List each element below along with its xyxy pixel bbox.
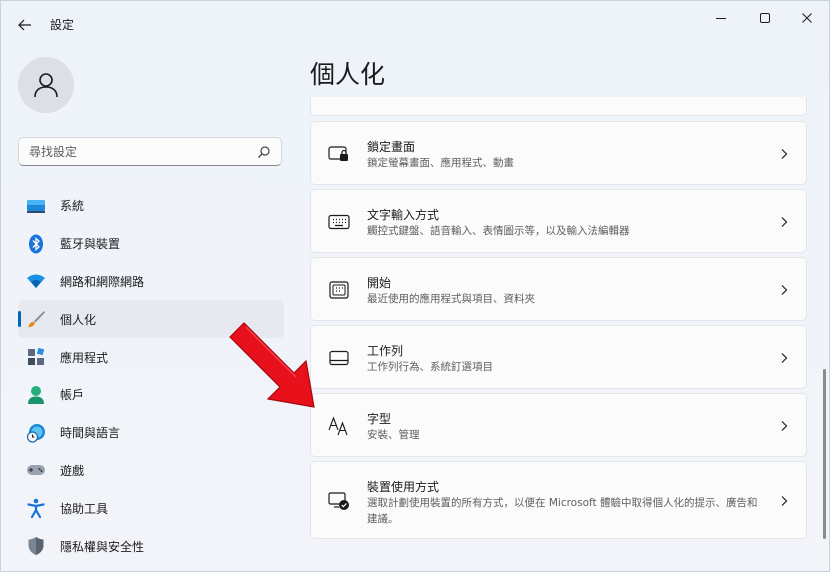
start-menu-icon xyxy=(328,279,350,301)
back-button[interactable] xyxy=(13,13,37,37)
settings-list: 鎖定畫面 鎖定螢幕畫面、應用程式、動畫 文字輸入方式 觸控式鍵盤、語音輸入、表情… xyxy=(310,97,807,572)
monitor-icon xyxy=(26,196,46,216)
chevron-right-icon xyxy=(781,496,788,506)
search-input[interactable] xyxy=(29,144,249,159)
lock-screen-icon xyxy=(328,143,350,165)
device-usage-icon xyxy=(328,490,350,512)
sidebar-item-label: 藍牙與裝置 xyxy=(60,237,121,252)
bluetooth-icon xyxy=(26,234,46,254)
settings-card-lock-screen[interactable]: 鎖定畫面 鎖定螢幕畫面、應用程式、動畫 xyxy=(310,121,807,185)
sidebar-item-label: 隱私權與安全性 xyxy=(60,539,145,554)
maximize-icon xyxy=(760,13,770,23)
annotation-arrow-icon xyxy=(229,322,315,408)
card-title: 工作列 xyxy=(367,344,404,358)
chevron-right-icon xyxy=(781,149,788,159)
sidebar-item-privacy-security[interactable]: 隱私權與安全性 xyxy=(18,527,284,565)
page-title: 個人化 xyxy=(310,60,386,89)
card-title: 文字輸入方式 xyxy=(367,208,440,222)
sidebar-item-system[interactable]: 系統 xyxy=(18,187,284,225)
card-description: 工作列行為、系統釘選項目 xyxy=(367,361,493,373)
settings-card-text-input[interactable]: 文字輸入方式 觸控式鍵盤、語音輸入、表情圖示等，以及輸入法編輯器 xyxy=(310,189,807,253)
avatar[interactable] xyxy=(18,57,74,113)
wifi-icon xyxy=(26,271,46,291)
title-bar: 設定 xyxy=(1,1,830,47)
sidebar-item-bluetooth[interactable]: 藍牙與裝置 xyxy=(18,225,284,263)
chevron-right-icon xyxy=(781,217,788,227)
card-title: 鎖定畫面 xyxy=(367,140,416,154)
chevron-right-icon xyxy=(781,285,788,295)
sidebar-item-label: 系統 xyxy=(60,199,85,214)
search-box[interactable] xyxy=(18,137,282,166)
shield-icon xyxy=(26,536,46,556)
card-title: 裝置使用方式 xyxy=(367,480,440,494)
user-icon xyxy=(34,73,58,98)
sidebar-item-accessibility[interactable]: 協助工具 xyxy=(18,489,284,527)
account-icon xyxy=(26,385,46,405)
settings-card-fonts[interactable]: 字型 安裝、管理 xyxy=(310,393,807,457)
close-button[interactable] xyxy=(790,7,824,29)
brush-icon xyxy=(26,309,46,329)
sidebar-item-time-language[interactable]: 時間與語言 xyxy=(18,414,284,452)
taskbar-icon xyxy=(328,347,350,369)
chevron-right-icon xyxy=(781,353,788,363)
card-title: 字型 xyxy=(367,412,392,426)
minimize-icon xyxy=(716,18,726,19)
sidebar-item-network[interactable]: 網路和網際網路 xyxy=(18,263,284,301)
settings-card-device-usage[interactable]: 裝置使用方式 選取計劃使用裝置的所有方式，以便在 Microsoft 體驗中取得… xyxy=(310,461,807,539)
back-arrow-icon xyxy=(18,19,31,31)
close-icon xyxy=(802,13,812,23)
settings-card-taskbar[interactable]: 工作列 工作列行為、系統釘選項目 xyxy=(310,325,807,389)
fonts-icon xyxy=(328,415,350,437)
apps-icon xyxy=(26,347,46,367)
gamepad-icon xyxy=(26,460,46,480)
app-title: 設定 xyxy=(50,18,75,32)
chevron-right-icon xyxy=(781,421,788,431)
keyboard-icon xyxy=(328,211,350,233)
accessibility-icon xyxy=(26,498,46,519)
card-description: 觸控式鍵盤、語音輸入、表情圖示等，以及輸入法編輯器 xyxy=(367,225,630,237)
sidebar-item-label: 時間與語言 xyxy=(60,426,121,441)
sidebar-item-label: 協助工具 xyxy=(60,501,109,516)
clock-globe-icon xyxy=(26,423,46,443)
settings-window: 設定 尋找設定 系統 藍牙與裝置 網路和網際網路 個人化 應用程式 帳戶 時間與… xyxy=(0,0,830,572)
sidebar-item-label: 遊戲 xyxy=(60,463,85,478)
sidebar-item-label: 帳戶 xyxy=(60,388,85,403)
scrollbar-thumb[interactable] xyxy=(823,369,826,539)
card-description: 安裝、管理 xyxy=(367,429,420,441)
card-description: 選取計劃使用裝置的所有方式，以便在 Microsoft 體驗中取得個人化的提示、… xyxy=(367,497,758,525)
card-description: 最近使用的應用程式與項目、資料夾 xyxy=(367,293,535,305)
settings-card-partial[interactable] xyxy=(310,97,807,116)
sidebar-item-gaming[interactable]: 遊戲 xyxy=(18,452,284,490)
sidebar-item-label: 網路和網際網路 xyxy=(60,274,145,289)
maximize-button[interactable] xyxy=(748,7,782,29)
settings-card-start[interactable]: 開始 最近使用的應用程式與項目、資料夾 xyxy=(310,257,807,321)
card-title: 開始 xyxy=(367,276,392,290)
card-description: 鎖定螢幕畫面、應用程式、動畫 xyxy=(367,157,514,169)
sidebar-item-label: 個人化 xyxy=(60,312,97,327)
search-icon[interactable] xyxy=(257,145,271,159)
sidebar-item-label: 應用程式 xyxy=(60,350,109,365)
minimize-button[interactable] xyxy=(704,7,738,29)
